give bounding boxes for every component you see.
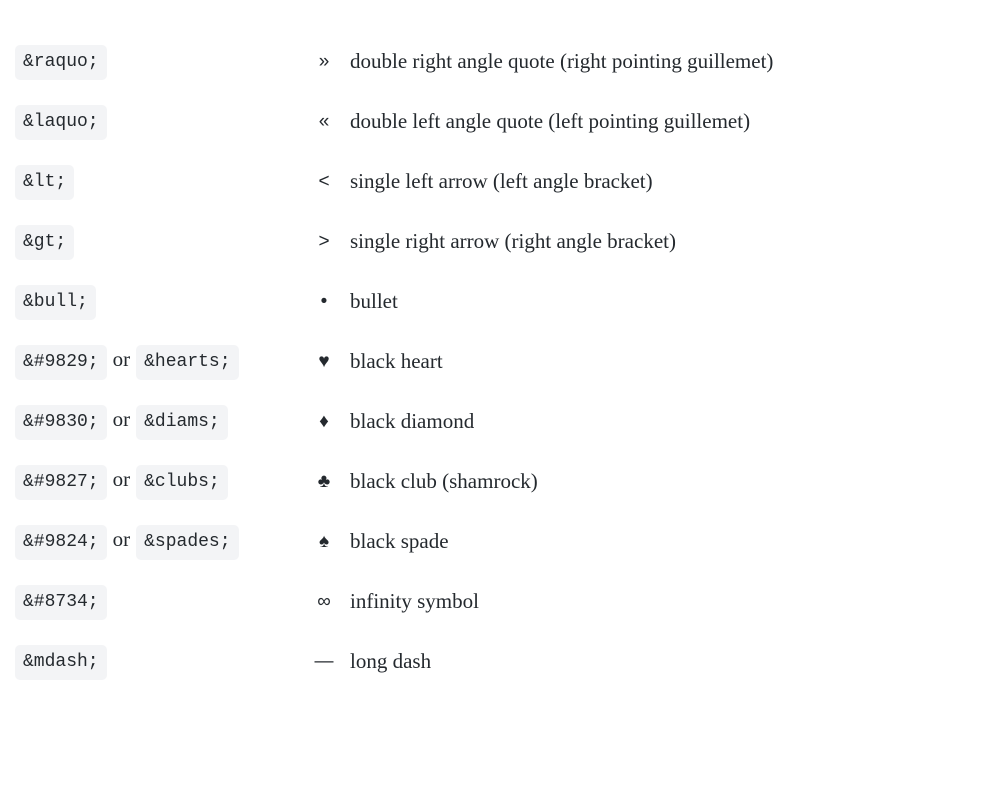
entity-description: black heart bbox=[350, 344, 985, 380]
code-separator: or bbox=[107, 347, 137, 371]
entity-symbol: ♥ bbox=[310, 344, 350, 380]
table-row: &#8734; ∞infinity symbol bbox=[15, 584, 985, 620]
entity-code: &diams; bbox=[136, 405, 228, 440]
table-row: &gt; >single right arrow (right angle bra… bbox=[15, 224, 985, 260]
table-row: &#9829;or&hearts;♥black heart bbox=[15, 344, 985, 380]
entity-symbol: ♣ bbox=[310, 464, 350, 500]
entity-code: &bull; bbox=[15, 285, 96, 320]
table-row: &#9830;or&diams;♦black diamond bbox=[15, 404, 985, 440]
entity-code-cell: &lt; bbox=[15, 164, 310, 200]
code-separator: or bbox=[107, 467, 137, 491]
entity-code: &#8734; bbox=[15, 585, 107, 620]
table-row: &laquo; «double left angle quote (left po… bbox=[15, 104, 985, 140]
entity-code: &mdash; bbox=[15, 645, 107, 680]
entity-code: &#9827; bbox=[15, 465, 107, 500]
entity-code-cell: &#9829;or&hearts; bbox=[15, 344, 310, 380]
entity-symbol: ♦ bbox=[310, 404, 350, 440]
entity-code-cell: &#9830;or&diams; bbox=[15, 404, 310, 440]
entity-code-cell: &gt; bbox=[15, 224, 310, 260]
entity-description: single right arrow (right angle bracket) bbox=[350, 224, 985, 260]
entity-code-cell: &bull; bbox=[15, 284, 310, 320]
entity-reference-table: &raquo; »double right angle quote (right … bbox=[15, 20, 985, 704]
entity-code-cell: &#9824;or&spades; bbox=[15, 524, 310, 560]
entity-symbol: » bbox=[310, 44, 350, 80]
entity-symbol: • bbox=[310, 284, 350, 320]
entity-code-cell: &#8734; bbox=[15, 584, 310, 620]
entity-code-cell: &raquo; bbox=[15, 44, 310, 80]
entity-symbol: < bbox=[310, 164, 350, 200]
entity-description: bullet bbox=[350, 284, 985, 320]
entity-code: &clubs; bbox=[136, 465, 228, 500]
entity-description: infinity symbol bbox=[350, 584, 985, 620]
code-separator: or bbox=[107, 407, 137, 431]
entity-description: double left angle quote (left pointing g… bbox=[350, 104, 985, 140]
table-row: &lt; <single left arrow (left angle brack… bbox=[15, 164, 985, 200]
entity-code: &#9830; bbox=[15, 405, 107, 440]
entity-symbol: ∞ bbox=[310, 584, 350, 620]
entity-symbol: « bbox=[310, 104, 350, 140]
entity-code: &lt; bbox=[15, 165, 74, 200]
entity-description: black spade bbox=[350, 524, 985, 560]
entity-symbol: > bbox=[310, 224, 350, 260]
code-separator: or bbox=[107, 527, 137, 551]
entity-code: &#9824; bbox=[15, 525, 107, 560]
entity-description: long dash bbox=[350, 644, 985, 680]
entity-symbol: ♠ bbox=[310, 524, 350, 560]
entity-description: single left arrow (left angle bracket) bbox=[350, 164, 985, 200]
entity-code-cell: &#9827;or&clubs; bbox=[15, 464, 310, 500]
entity-description: black club (shamrock) bbox=[350, 464, 985, 500]
entity-code: &spades; bbox=[136, 525, 238, 560]
entity-code-cell: &mdash; bbox=[15, 644, 310, 680]
entity-code: &gt; bbox=[15, 225, 74, 260]
entity-description: black diamond bbox=[350, 404, 985, 440]
table-row: &raquo; »double right angle quote (right … bbox=[15, 44, 985, 80]
entity-code: &laquo; bbox=[15, 105, 107, 140]
table-row: &#9824;or&spades;♠black spade bbox=[15, 524, 985, 560]
table-row: &bull; •bullet bbox=[15, 284, 985, 320]
entity-code: &hearts; bbox=[136, 345, 238, 380]
table-row: &mdash; —long dash bbox=[15, 644, 985, 680]
entity-symbol: — bbox=[310, 644, 350, 680]
table-row: &#9827;or&clubs;♣black club (shamrock) bbox=[15, 464, 985, 500]
entity-description: double right angle quote (right pointing… bbox=[350, 44, 985, 80]
entity-code-cell: &laquo; bbox=[15, 104, 310, 140]
entity-code: &raquo; bbox=[15, 45, 107, 80]
entity-code: &#9829; bbox=[15, 345, 107, 380]
